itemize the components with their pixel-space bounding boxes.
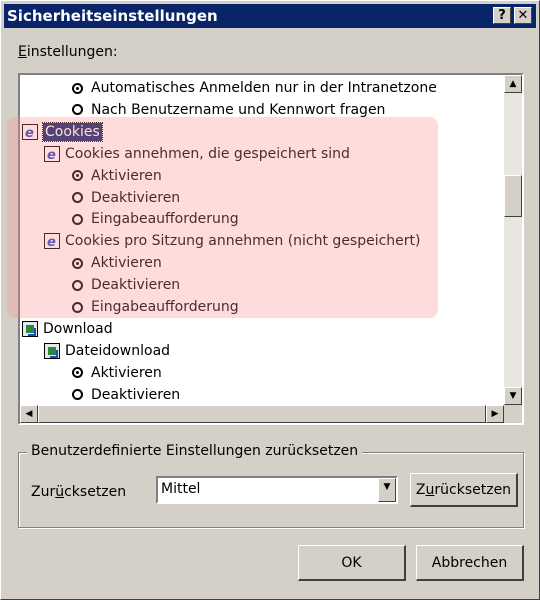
scroll-left-icon[interactable]: ◀	[20, 405, 38, 423]
tree-radio-option[interactable]: Deaktivieren	[72, 187, 180, 209]
vertical-scrollbar[interactable]: ▲ ▼	[504, 75, 522, 405]
tree-category[interactable]: e Cookies	[22, 121, 103, 143]
tree-item-label: Aktivieren	[91, 167, 162, 184]
tree-subcategory[interactable]: e Cookies annehmen, die gespeichert sind	[44, 143, 350, 165]
reset-label: Zurücksetzen	[31, 484, 126, 500]
radio-unselected-icon[interactable]	[72, 213, 83, 225]
dialog-title: Sicherheitseinstellungen	[7, 7, 218, 25]
ok-button[interactable]: OK	[298, 545, 406, 581]
radio-unselected-icon[interactable]	[72, 279, 83, 291]
radio-selected-icon[interactable]	[72, 367, 83, 379]
radio-unselected-icon[interactable]	[72, 104, 83, 116]
horizontal-scroll-thumb[interactable]	[38, 405, 486, 423]
tree-radio-option[interactable]: Eingabeaufforderung	[72, 296, 239, 318]
radio-unselected-icon[interactable]	[72, 301, 83, 313]
tree-item-label: Deaktivieren	[91, 277, 181, 294]
reset-level-value: Mittel	[161, 481, 201, 497]
scroll-right-icon[interactable]: ▶	[486, 405, 504, 423]
tree-subcategory[interactable]: Dateidownload	[44, 340, 170, 362]
tree-radio-option[interactable]: Aktivieren	[72, 362, 162, 384]
ie-settings-icon: e	[44, 233, 60, 250]
tree-radio-option[interactable]: Deaktivieren	[72, 384, 180, 403]
radio-unselected-icon[interactable]	[72, 192, 83, 203]
help-button[interactable]: ?	[493, 7, 511, 24]
tree-item-label: Dateidownload	[65, 342, 171, 359]
tree-item-label: Cookies annehmen, die gespeichert sind	[65, 145, 350, 162]
tree-item-label: Eingabeaufforderung	[91, 299, 239, 315]
reset-button[interactable]: Zurücksetzen	[410, 473, 518, 507]
tree-item-label: Automatisches Anmelden nur in der Intran…	[91, 80, 437, 96]
tree-item-label: Aktivieren	[91, 364, 162, 381]
close-button[interactable]: ✕	[514, 7, 532, 24]
tree-item-label: Deaktivieren	[91, 386, 181, 403]
scroll-up-icon[interactable]: ▲	[504, 75, 522, 93]
tree-radio-option[interactable]: Aktivieren	[72, 165, 162, 187]
reset-label-part2: cksetzen	[64, 484, 127, 500]
radio-unselected-icon[interactable]	[72, 389, 83, 401]
radio-selected-icon[interactable]	[72, 257, 83, 269]
tree-radio-option[interactable]: Eingabeaufforderung	[72, 208, 239, 230]
tree-radio-option[interactable]: Deaktivieren	[72, 274, 180, 296]
tree-item-label: Nach Benutzername und Kennwort fragen	[91, 101, 386, 118]
tree-radio-option[interactable]: Automatisches Anmelden nur in der Intran…	[72, 77, 437, 99]
security-settings-dialog: Sicherheitseinstellungen ? ✕ Einstellung…	[0, 0, 540, 600]
download-icon	[44, 342, 60, 359]
dropdown-arrow-icon[interactable]: ▼	[378, 478, 396, 502]
settings-label-text: instellungen:	[26, 44, 118, 60]
tree-item-label: Eingabeaufforderung	[91, 211, 239, 228]
settings-label: Einstellungen:	[18, 44, 118, 60]
scroll-down-icon[interactable]: ▼	[504, 387, 522, 405]
tree-item-label: Deaktivieren	[91, 189, 181, 206]
radio-selected-icon[interactable]	[72, 170, 83, 182]
reset-group-legend: Benutzerdefinierte Einstellungen zurücks…	[27, 443, 363, 459]
tree-category[interactable]: Download	[22, 318, 113, 340]
tree-item-label: Aktivieren	[91, 255, 162, 272]
reset-label-accel: ü	[55, 484, 65, 500]
reset-button-part1: Z	[415, 482, 426, 498]
tree-item-label: Cookies pro Sitzung annehmen (nicht gesp…	[65, 233, 421, 250]
reset-level-select[interactable]: Mittel ▼	[156, 476, 398, 504]
scroll-corner	[504, 405, 522, 423]
ie-settings-icon: e	[44, 145, 60, 163]
ie-settings-icon: e	[22, 123, 38, 141]
cancel-button[interactable]: Abbrechen	[416, 545, 524, 581]
vertical-scroll-thumb[interactable]	[504, 175, 522, 217]
settings-tree[interactable]: Automatisches Anmelden nur in der Intran…	[18, 73, 524, 425]
radio-selected-icon[interactable]	[72, 82, 83, 94]
settings-label-accel: E	[18, 44, 27, 60]
title-bar[interactable]: Sicherheitseinstellungen ? ✕	[4, 4, 536, 28]
tree-item-label: Cookies	[42, 121, 103, 142]
reset-label-part1: Zur	[31, 484, 56, 500]
tree-radio-option[interactable]: Aktivieren	[72, 252, 162, 274]
download-icon	[22, 320, 38, 337]
horizontal-scrollbar[interactable]: ◀ ▶	[20, 405, 504, 423]
tree-item-label: Download	[43, 320, 113, 337]
tree-subcategory[interactable]: e Cookies pro Sitzung annehmen (nicht ges…	[44, 230, 421, 252]
reset-button-part2: rücksetzen	[434, 482, 512, 498]
settings-tree-content: Automatisches Anmelden nur in der Intran…	[20, 75, 504, 403]
tree-radio-option[interactable]: Nach Benutzername und Kennwort fragen	[72, 99, 385, 121]
